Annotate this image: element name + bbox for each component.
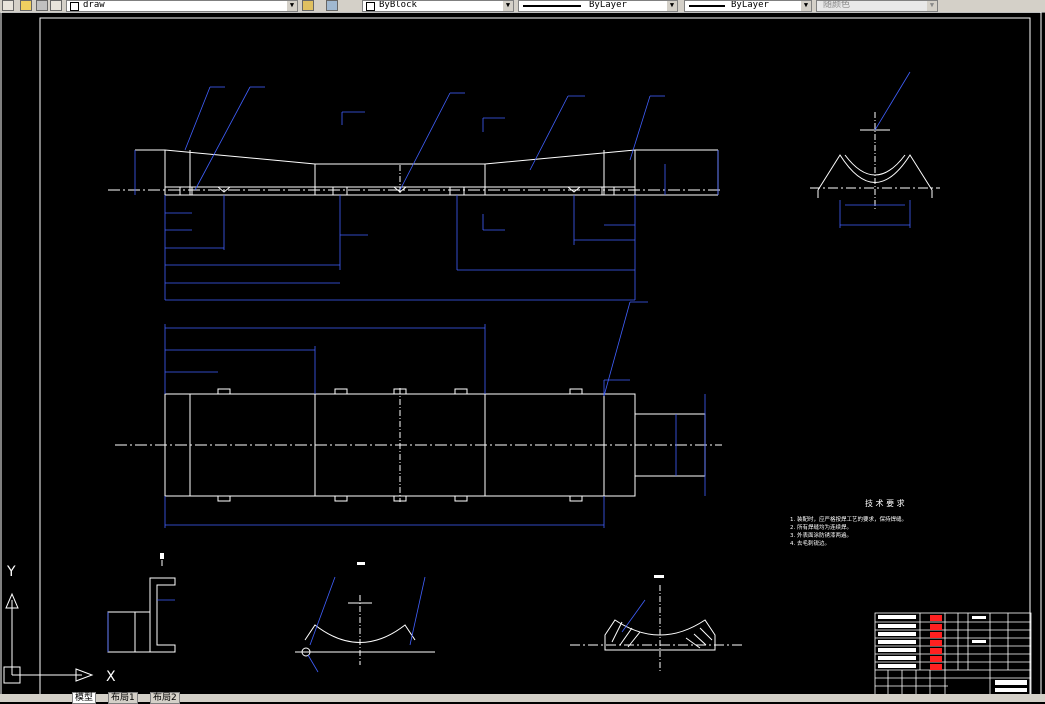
linetype-combo[interactable]: ByLayer ▼: [518, 0, 678, 12]
bom-white-text-marks: [878, 615, 1027, 692]
tech-requirements-title: 技 术 要 求: [865, 498, 905, 508]
hatched-section-dims: [621, 599, 646, 633]
tech-req-item-4: 4. 去毛刺锐边。: [790, 539, 830, 547]
make-layer-current-icon[interactable]: [302, 0, 314, 11]
layer-combo-value: draw: [83, 0, 105, 10]
tab-layout1[interactable]: 布局1: [108, 692, 138, 704]
chevron-down-icon[interactable]: ▼: [503, 1, 513, 11]
tech-req-item-3: 3. 外表面涂防锈漆两遍。: [790, 531, 852, 539]
layer-previous-icon[interactable]: [326, 0, 338, 11]
color-combo[interactable]: ByBlock ▼: [362, 0, 514, 12]
hatched-section: [570, 585, 745, 672]
bom-red-cells: [930, 615, 942, 670]
layer-lock-icon[interactable]: [50, 0, 62, 11]
plot-style-combo[interactable]: 随颜色 ▼: [816, 0, 938, 12]
color-combo-value: ByBlock: [379, 0, 417, 10]
linetype-sample: [523, 5, 581, 7]
ucs-y-label: Y: [6, 564, 16, 580]
layer-color-icon[interactable]: [36, 0, 48, 11]
ucs-icon: [3, 592, 94, 684]
plot-style-value: 随颜色: [823, 0, 851, 10]
saddle-detail-dims: [307, 576, 426, 673]
top-view-dimensions: [164, 301, 706, 528]
side-detail-dims: [107, 599, 175, 652]
layer-state-icon[interactable]: [2, 0, 14, 11]
layer-combo[interactable]: draw ▼: [66, 0, 298, 12]
section-view-a: [810, 112, 940, 210]
front-view-dimensions: [134, 86, 719, 301]
drawing-canvas[interactable]: 技 术 要 求 1. 装配时，应严格按焊工艺的要求，保持焊缝。 2. 所有焊缝均…: [0, 12, 1045, 694]
saddle-detail: [295, 595, 435, 665]
tech-requirements: 技 术 要 求 1. 装配时，应严格按焊工艺的要求，保持焊缝。 2. 所有焊缝均…: [790, 498, 907, 547]
lineweight-combo-value: ByLayer: [731, 0, 769, 10]
tab-layout2[interactable]: 布局2: [150, 692, 180, 704]
tech-req-item-1: 1. 装配时，应严格按焊工艺的要求，保持焊缝。: [790, 515, 907, 523]
linetype-combo-value: ByLayer: [589, 0, 627, 10]
lineweight-combo[interactable]: ByLayer ▼: [684, 0, 812, 12]
layer-freeze-icon[interactable]: [20, 0, 32, 11]
top-view: [115, 388, 722, 502]
tab-model[interactable]: 模型: [72, 692, 97, 704]
color-swatch: [366, 2, 375, 11]
layout-tabs: 模型 布局1 布局2: [0, 692, 1045, 704]
layer-color-swatch: [70, 2, 79, 11]
chevron-down-icon[interactable]: ▼: [801, 1, 811, 11]
lineweight-sample: [689, 5, 725, 7]
front-view: [108, 149, 722, 196]
side-detail: [107, 560, 176, 653]
ucs-x-label: X: [106, 669, 116, 685]
tech-req-item-2: 2. 所有焊缝均为连续焊。: [790, 523, 852, 531]
chevron-down-icon[interactable]: ▼: [667, 1, 677, 11]
view-markers: [160, 553, 664, 578]
chevron-down-icon[interactable]: ▼: [927, 1, 937, 11]
chevron-down-icon[interactable]: ▼: [287, 1, 297, 11]
